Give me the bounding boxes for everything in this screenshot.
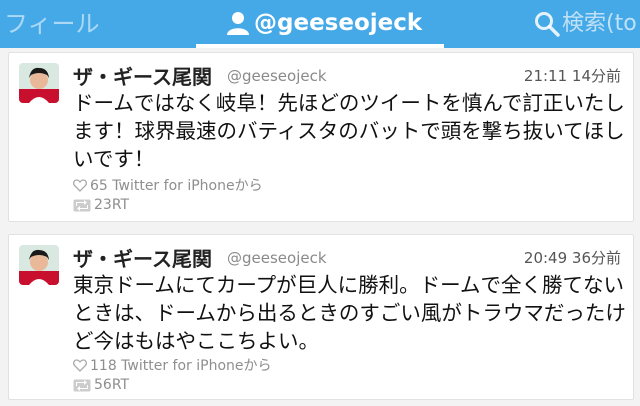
avatar[interactable] (19, 245, 59, 285)
active-tab-indicator (196, 44, 444, 48)
retweet-icon (73, 199, 91, 211)
favorite-count-text: 65 Twitter for iPhoneから (90, 178, 263, 194)
retweet-count-text: 23RT (94, 197, 130, 213)
favorite-count-text: 118 Twitter for iPhoneから (90, 358, 272, 374)
tweet-card[interactable]: ザ・ギース尾関 @geeseojeck 21:11 14分前 ドームではなく岐阜… (8, 52, 634, 222)
heart-icon (73, 358, 87, 372)
retweet-count: 56RT (73, 377, 129, 393)
retweet-icon (73, 379, 91, 391)
search-icon (535, 12, 560, 37)
avatar[interactable] (19, 63, 59, 103)
tab-profile[interactable]: フィール (0, 6, 100, 42)
display-name[interactable]: ザ・ギース尾関 (73, 243, 212, 272)
display-name[interactable]: ザ・ギース尾関 (73, 61, 212, 90)
favorite-count: 65 Twitter for iPhoneから (73, 175, 263, 195)
tab-user-label: @geeseojeck (254, 10, 423, 36)
top-tab-bar: フィール @geeseojeck 検索(to (0, 0, 640, 48)
user-handle[interactable]: @geeseojeck (227, 67, 327, 85)
tweet-card[interactable]: ザ・ギース尾関 @geeseojeck 20:49 36分前 東京ドームにてカー… (8, 234, 634, 400)
favorite-count: 118 Twitter for iPhoneから (73, 355, 272, 375)
tweet-timestamp: 20:49 36分前 (523, 249, 621, 267)
tweet-text: ドームではなく岐阜！先ほどのツイートを慎んで訂正いたします！球界最速のバティスタ… (73, 91, 625, 171)
heart-icon (73, 178, 87, 192)
retweet-count: 23RT (73, 197, 129, 213)
tweet-text: 東京ドームにてカープが巨人に勝利。ドームで全く勝てないときは、ドームから出るとき… (73, 273, 626, 353)
retweet-count-text: 56RT (94, 377, 130, 393)
tab-user[interactable]: @geeseojeck (196, 0, 444, 48)
user-icon (227, 12, 249, 35)
tweet-timestamp: 21:11 14分前 (523, 67, 621, 85)
tab-search-label: 検索(to (562, 11, 637, 36)
user-handle[interactable]: @geeseojeck (227, 249, 327, 267)
